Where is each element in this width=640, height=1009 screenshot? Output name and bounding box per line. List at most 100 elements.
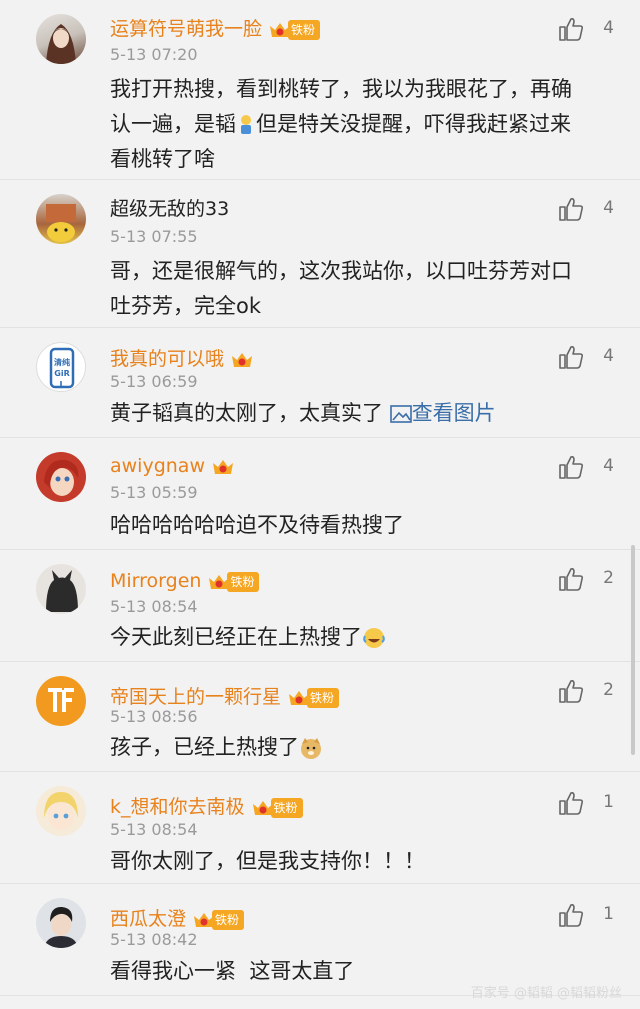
fan-badge: 铁粉 xyxy=(307,688,340,708)
user-badges: 铁粉 xyxy=(268,19,321,41)
like-button[interactable]: 2 xyxy=(558,678,614,706)
scrollbar[interactable] xyxy=(631,545,635,755)
like-count: 4 xyxy=(603,198,614,218)
user-badges xyxy=(230,349,254,371)
like-count: 4 xyxy=(603,456,614,476)
view-image-label[interactable]: 查看图片 xyxy=(412,401,496,425)
like-button[interactable]: 4 xyxy=(558,454,614,482)
comment-line: 看桃转了啥 xyxy=(110,147,215,171)
thumbs-up-icon xyxy=(559,680,584,703)
laugh-cry-emoji-icon xyxy=(363,628,385,648)
comment-line-part: 认一遍，是韬 xyxy=(110,112,236,136)
username[interactable]: Mirrorgen 铁粉 xyxy=(110,570,260,593)
like-button[interactable]: 1 xyxy=(558,902,614,930)
like-count: 2 xyxy=(603,568,614,588)
username-text[interactable]: Mirrorgen xyxy=(110,570,201,592)
comment-item: 超级无敌的33 5-13 07:55 哥，还是很解气的，这次我站你，以口吐芬芳对… xyxy=(0,180,640,328)
username-text[interactable]: 我真的可以哦 xyxy=(110,348,224,370)
like-button[interactable]: 4 xyxy=(558,196,614,224)
comment-line: 哈哈哈哈哈哈迫不及待看热搜了 xyxy=(110,513,404,537)
comment-list: 运算符号萌我一脸 铁粉 5-13 07:20 我打开热搜，看到桃转了，我以为我眼花… xyxy=(0,0,640,1009)
comment-line: 看得我心一紧 这哥太直了 xyxy=(110,959,355,983)
view-image-link[interactable]: 查看图片 xyxy=(389,401,496,425)
username-text[interactable]: 帝国天上的一颗行星 xyxy=(110,686,281,708)
black-cat-avatar-icon xyxy=(46,570,78,612)
doge-emoji-icon xyxy=(301,738,321,759)
like-count: 1 xyxy=(603,792,614,812)
tf-logo-avatar-icon xyxy=(48,688,74,712)
comment-text: 孩子，已经上热搜了 xyxy=(110,730,323,765)
comment-time: 5-13 08:54 xyxy=(110,820,198,839)
username[interactable]: 西瓜太澄 铁粉 xyxy=(110,904,245,931)
cartoon-girl-avatar-icon xyxy=(44,459,79,496)
comment-line: 我打开热搜，看到桃转了，我以为我眼花了，再确 xyxy=(110,77,572,101)
username[interactable]: awiygnaw xyxy=(110,455,235,478)
like-button[interactable]: 1 xyxy=(558,790,614,818)
comment-line-part: 但是特关没提醒，吓得我赶紧过来 xyxy=(256,112,571,136)
avatar-label: 清纯GiRL xyxy=(54,358,70,389)
comment-time: 5-13 08:54 xyxy=(110,597,198,616)
pikachu-avatar-icon xyxy=(46,204,76,242)
username[interactable]: 运算符号萌我一脸 铁粉 xyxy=(110,14,321,41)
username[interactable]: k_想和你去南极 铁粉 xyxy=(110,792,303,819)
like-button[interactable]: 2 xyxy=(558,566,614,594)
like-count: 1 xyxy=(603,904,614,924)
username-text[interactable]: k_想和你去南极 xyxy=(110,796,245,818)
avatar[interactable] xyxy=(36,194,86,244)
comment-time: 5-13 07:55 xyxy=(110,227,198,246)
user-badges: 铁粉 xyxy=(207,571,260,593)
avatar[interactable] xyxy=(36,564,86,614)
avatar[interactable] xyxy=(36,898,86,948)
comment-text: 今天此刻已经正在上热搜了 xyxy=(110,620,386,655)
comment-line: 孩子，已经上热搜了 xyxy=(110,735,299,759)
thumbs-up-icon xyxy=(559,904,584,927)
comment-line: 哥，还是很解气的，这次我站你，以口吐芬芳对口 xyxy=(110,259,572,283)
avatar[interactable]: 清纯GiRL xyxy=(36,342,86,392)
username-text[interactable]: 超级无敌的33 xyxy=(110,198,229,220)
comment-line: 黄子韬真的太刚了，太真实了 xyxy=(110,401,383,425)
comment-item: 帝国天上的一颗行星 铁粉 5-13 08:56 孩子，已经上热搜了 2 xyxy=(0,662,640,772)
fan-badge: 铁粉 xyxy=(288,20,321,40)
comment-item: k_想和你去南极 铁粉 5-13 08:54 哥你太刚了，但是我支持你！！！ 1 xyxy=(0,772,640,884)
comment-line: 哥你太刚了，但是我支持你！！！ xyxy=(110,849,425,873)
avatar[interactable] xyxy=(36,786,86,836)
username[interactable]: 我真的可以哦 xyxy=(110,344,254,371)
comment-time: 5-13 06:59 xyxy=(110,372,198,391)
crown-badge-icon xyxy=(232,353,253,367)
comment-time: 5-13 07:20 xyxy=(110,45,198,64)
like-count: 4 xyxy=(603,346,614,366)
comment-line: 认一遍，是韬 但是特关没提醒，吓得我赶紧过来 xyxy=(110,107,572,142)
username-text[interactable]: 运算符号萌我一脸 xyxy=(110,18,262,40)
comment-time: 5-13 05:59 xyxy=(110,483,198,502)
comment-line: 吐芬芳，完全ok xyxy=(110,294,262,318)
comment-line: 今天此刻已经正在上热搜了 xyxy=(110,625,362,649)
comment-item: 运算符号萌我一脸 铁粉 5-13 07:20 我打开热搜，看到桃转了，我以为我眼花… xyxy=(0,0,640,180)
user-badges xyxy=(211,456,235,478)
comment-text: 我打开热搜，看到桃转了，我以为我眼花了，再确 认一遍，是韬 但是特关没提醒，吓得我… xyxy=(110,72,572,177)
fan-badge: 铁粉 xyxy=(270,798,303,818)
comment-item: 清纯GiRL 我真的可以哦 5-13 06:59 黄子韬真的太刚了，太真实了 查… xyxy=(0,328,640,438)
username-text[interactable]: awiygnaw xyxy=(110,455,205,477)
avatar[interactable] xyxy=(36,452,86,502)
username[interactable]: 帝国天上的一颗行星 铁粉 xyxy=(110,682,340,709)
thumbs-up-icon xyxy=(559,456,584,479)
like-button[interactable]: 4 xyxy=(558,344,614,372)
user-badges: 铁粉 xyxy=(251,797,303,819)
crown-badge-icon xyxy=(213,460,233,474)
like-count: 2 xyxy=(603,680,614,700)
avatar[interactable] xyxy=(36,676,86,726)
thumbs-up-icon xyxy=(559,792,584,815)
fan-badge: 铁粉 xyxy=(227,572,260,592)
user-badges: 铁粉 xyxy=(192,909,245,931)
like-button[interactable]: 4 xyxy=(558,16,614,44)
username-text[interactable]: 西瓜太澄 xyxy=(110,908,186,930)
comment-text: 看得我心一紧 这哥太直了 xyxy=(110,954,354,989)
thumbs-up-icon xyxy=(559,568,584,591)
avatar[interactable] xyxy=(36,14,86,64)
comment-text: 哈哈哈哈哈哈迫不及待看热搜了 xyxy=(110,508,404,543)
bow-emoji-icon xyxy=(241,115,251,134)
thumbs-up-icon xyxy=(559,18,584,41)
comment-text: 黄子韬真的太刚了，太真实了 查看图片 xyxy=(110,396,496,431)
username[interactable]: 超级无敌的33 xyxy=(110,194,229,221)
watermark: 百家号 @韬韬 @韬韬粉丝 xyxy=(470,986,622,1001)
